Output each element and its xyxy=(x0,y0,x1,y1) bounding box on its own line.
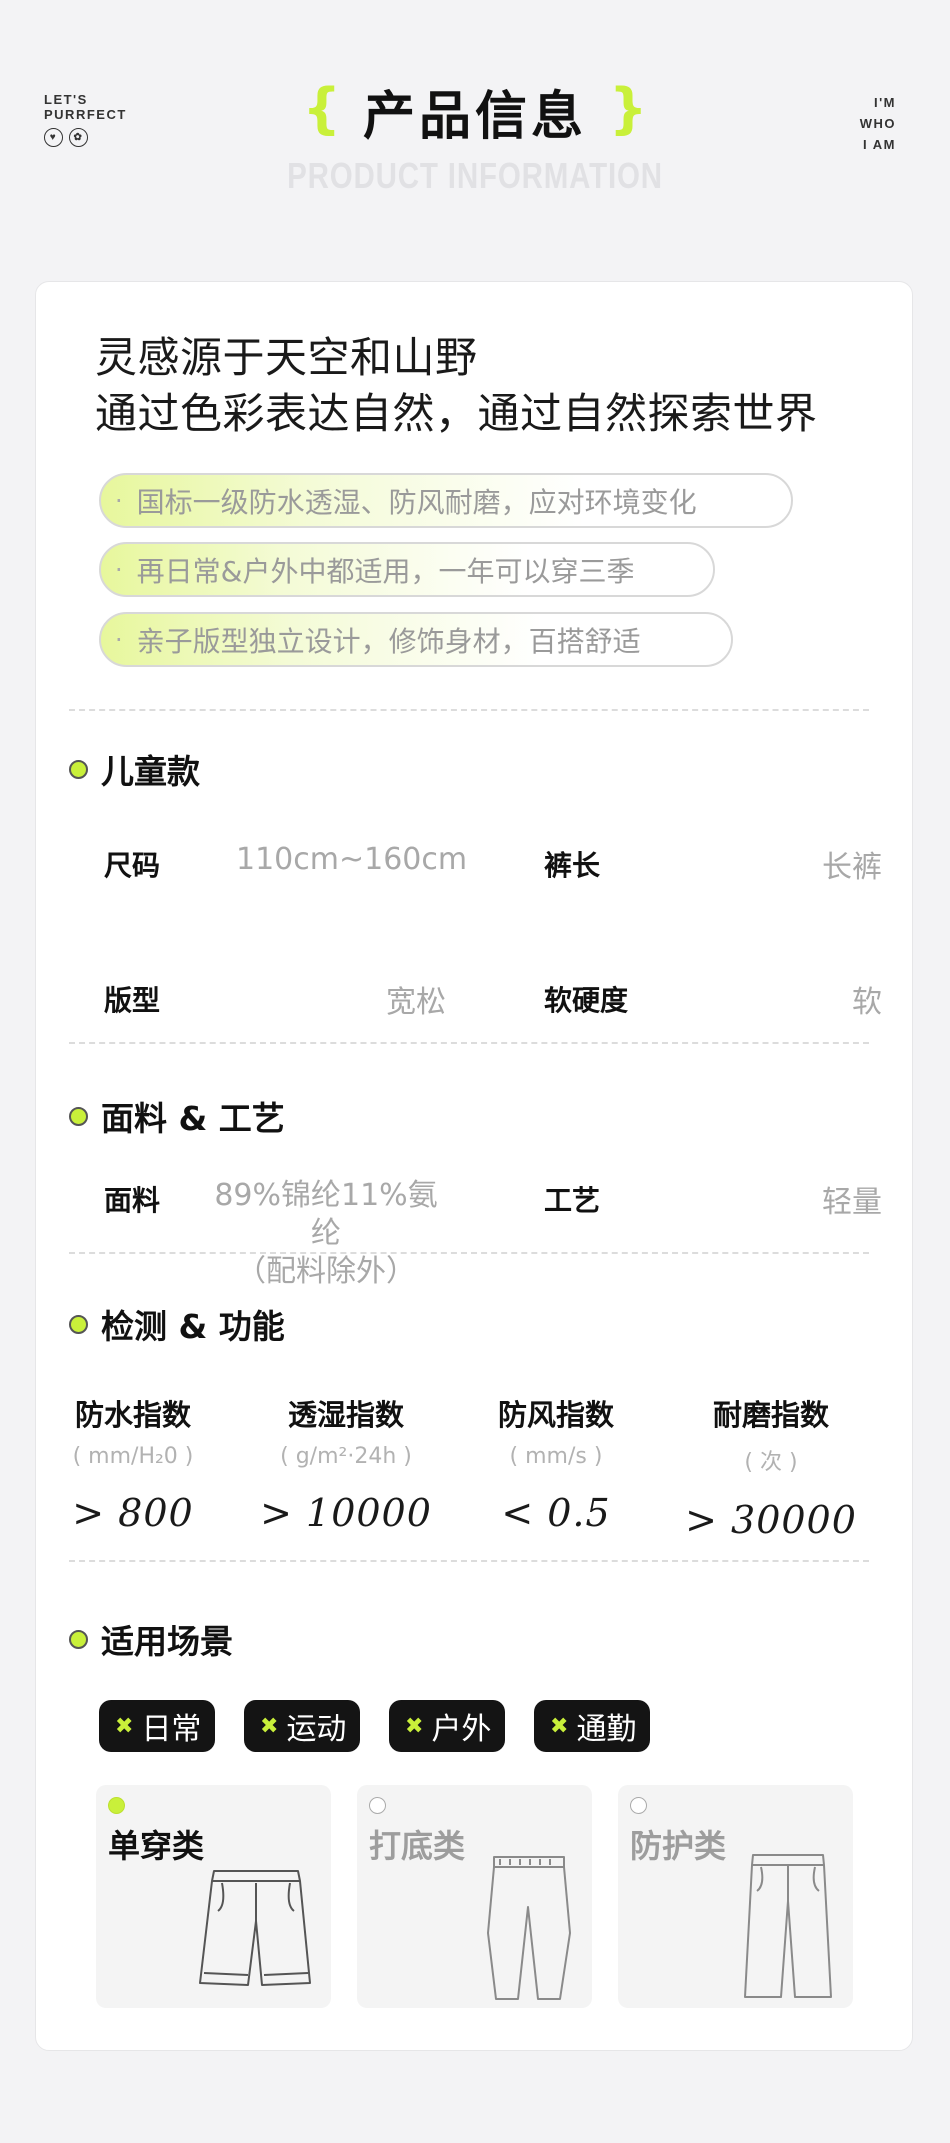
feature-text: 国标一级防水透湿、防风耐磨，应对环境变化 xyxy=(136,485,697,519)
scene-tag-label: 日常 xyxy=(141,1712,202,1747)
brand-right-line3: I AM xyxy=(863,137,896,152)
metric-waterproof: 防水指数 ( mm/H₂0 ) > 800 xyxy=(33,1392,233,1535)
section-title-text: 面料 & 工艺 xyxy=(101,1099,285,1138)
section-title-scenes: 适用场景 xyxy=(69,1615,233,1663)
brand-right-line2: WHO xyxy=(859,116,896,131)
feature-pill: · 国标一级防水透湿、防风耐磨，应对环境变化 xyxy=(99,473,793,528)
length-label: 裤长 xyxy=(544,849,601,882)
scene-tag: ✖ 户外 xyxy=(389,1700,506,1752)
metric-windproof: 防风指数 ( mm/s ) < 0.5 xyxy=(456,1392,656,1535)
section-dot-icon xyxy=(69,1314,88,1334)
metric-value: > 800 xyxy=(72,1491,194,1535)
size-value: 110cm~160cm xyxy=(236,842,468,877)
cross-icon: ✖ xyxy=(260,1713,279,1739)
brand-right-line1: I'M xyxy=(873,95,896,110)
fabric-value-line2: （配料除外） xyxy=(236,1254,416,1289)
fit-label: 版型 xyxy=(104,984,161,1017)
section-title-text: 适用场景 xyxy=(101,1622,233,1661)
scene-card-single[interactable]: 单穿类 xyxy=(96,1785,331,2008)
section-title-text: 检测 & 功能 xyxy=(101,1307,285,1346)
fit-value: 宽松 xyxy=(386,985,446,1020)
radio-unselected-icon[interactable] xyxy=(630,1797,647,1814)
feature-text: 再日常&户外中都适用，一年可以穿三季 xyxy=(136,554,635,588)
craft-value: 轻量 xyxy=(822,1185,882,1220)
scene-tag-label: 户外 xyxy=(431,1712,492,1747)
scene-card-label: 防护类 xyxy=(630,1827,727,1865)
pants-icon xyxy=(744,1854,832,1998)
metric-unit: ( mm/H₂0 ) xyxy=(72,1444,194,1469)
softness-value: 软 xyxy=(852,985,882,1020)
scene-tag: ✖ 运动 xyxy=(244,1700,361,1752)
cross-icon: ✖ xyxy=(115,1713,134,1739)
softness-label: 软硬度 xyxy=(544,984,629,1017)
metric-value: > 30000 xyxy=(685,1498,857,1542)
metric-breathability: 透湿指数 ( g/m²·24h ) > 10000 xyxy=(246,1392,446,1535)
section-dot-icon xyxy=(69,1629,88,1649)
metric-name: 防水指数 xyxy=(74,1398,191,1432)
metric-name: 防风指数 xyxy=(497,1398,614,1432)
feature-pill: · 亲子版型独立设计，修饰身材，百搭舒适 xyxy=(99,612,733,667)
metric-value: > 10000 xyxy=(260,1491,432,1535)
page-header: { 产品信息 } PRODUCT INFORMATION xyxy=(0,74,950,197)
scene-tag-label: 通勤 xyxy=(576,1712,637,1747)
bracket-right: } xyxy=(609,76,648,140)
bullet-icon: · xyxy=(115,486,123,515)
feature-pill: · 再日常&户外中都适用，一年可以穿三季 xyxy=(99,542,715,597)
bullet-icon: · xyxy=(115,555,123,584)
scene-card-label: 单穿类 xyxy=(108,1827,205,1865)
section-title-fabric: 面料 & 工艺 xyxy=(69,1092,285,1140)
fabric-value-line1: 89%锦纶11%氨纶 xyxy=(214,1178,438,1251)
page-title: 产品信息 xyxy=(362,87,587,147)
metric-name: 耐磨指数 xyxy=(712,1398,829,1432)
intro-line1: 灵感源于天空和山野 xyxy=(95,333,478,382)
radio-selected-icon[interactable] xyxy=(108,1797,125,1814)
fabric-label: 面料 xyxy=(104,1184,161,1217)
radio-unselected-icon[interactable] xyxy=(369,1797,386,1814)
feature-text: 亲子版型独立设计，修饰身材，百搭舒适 xyxy=(136,624,641,658)
section-title-kids: 儿童款 xyxy=(69,745,200,793)
divider xyxy=(69,1252,869,1254)
craft-label: 工艺 xyxy=(544,1184,601,1217)
section-title-tests: 检测 & 功能 xyxy=(69,1300,285,1348)
fabric-value: 89%锦纶11%氨纶 （配料除外） xyxy=(206,1177,446,1291)
section-title-text: 儿童款 xyxy=(101,752,200,791)
leggings-icon xyxy=(487,1856,571,2000)
bullet-icon: · xyxy=(115,625,123,654)
metric-unit: ( g/m²·24h ) xyxy=(280,1444,412,1469)
scene-tag-label: 运动 xyxy=(286,1712,347,1747)
scene-card-label: 打底类 xyxy=(369,1827,466,1865)
info-card: 灵感源于天空和山野 通过色彩表达自然，通过自然探索世界 · 国标一级防水透湿、防… xyxy=(35,281,913,2051)
scene-card-protect[interactable]: 防护类 xyxy=(618,1785,853,2008)
metric-name: 透湿指数 xyxy=(287,1398,404,1432)
shorts-icon xyxy=(199,1870,311,1986)
scene-tag: ✖ 通勤 xyxy=(534,1700,651,1752)
intro-headline: 灵感源于天空和山野 通过色彩表达自然，通过自然探索世界 xyxy=(95,330,818,442)
metric-unit: ( mm/s ) xyxy=(509,1444,603,1469)
brand-right: I'M WHO I AM xyxy=(860,92,896,155)
metric-value: < 0.5 xyxy=(501,1491,611,1535)
length-value: 长裤 xyxy=(822,850,882,885)
divider xyxy=(69,1560,869,1562)
metric-abrasion: 耐磨指数 ( 次 ) > 30000 xyxy=(671,1392,871,1542)
scene-card-base[interactable]: 打底类 xyxy=(357,1785,592,2008)
intro-line2: 通过色彩表达自然，通过自然探索世界 xyxy=(95,389,818,438)
scene-tag: ✖ 日常 xyxy=(99,1700,216,1752)
metric-unit: ( 次 ) xyxy=(744,1450,798,1475)
divider xyxy=(69,709,869,711)
cross-icon: ✖ xyxy=(550,1713,569,1739)
section-dot-icon xyxy=(69,759,88,779)
section-dot-icon xyxy=(69,1106,88,1126)
size-label: 尺码 xyxy=(104,849,161,882)
bracket-left: { xyxy=(302,76,341,140)
page-subtitle: PRODUCT INFORMATION xyxy=(287,155,663,196)
cross-icon: ✖ xyxy=(405,1713,424,1739)
divider xyxy=(69,1042,869,1044)
